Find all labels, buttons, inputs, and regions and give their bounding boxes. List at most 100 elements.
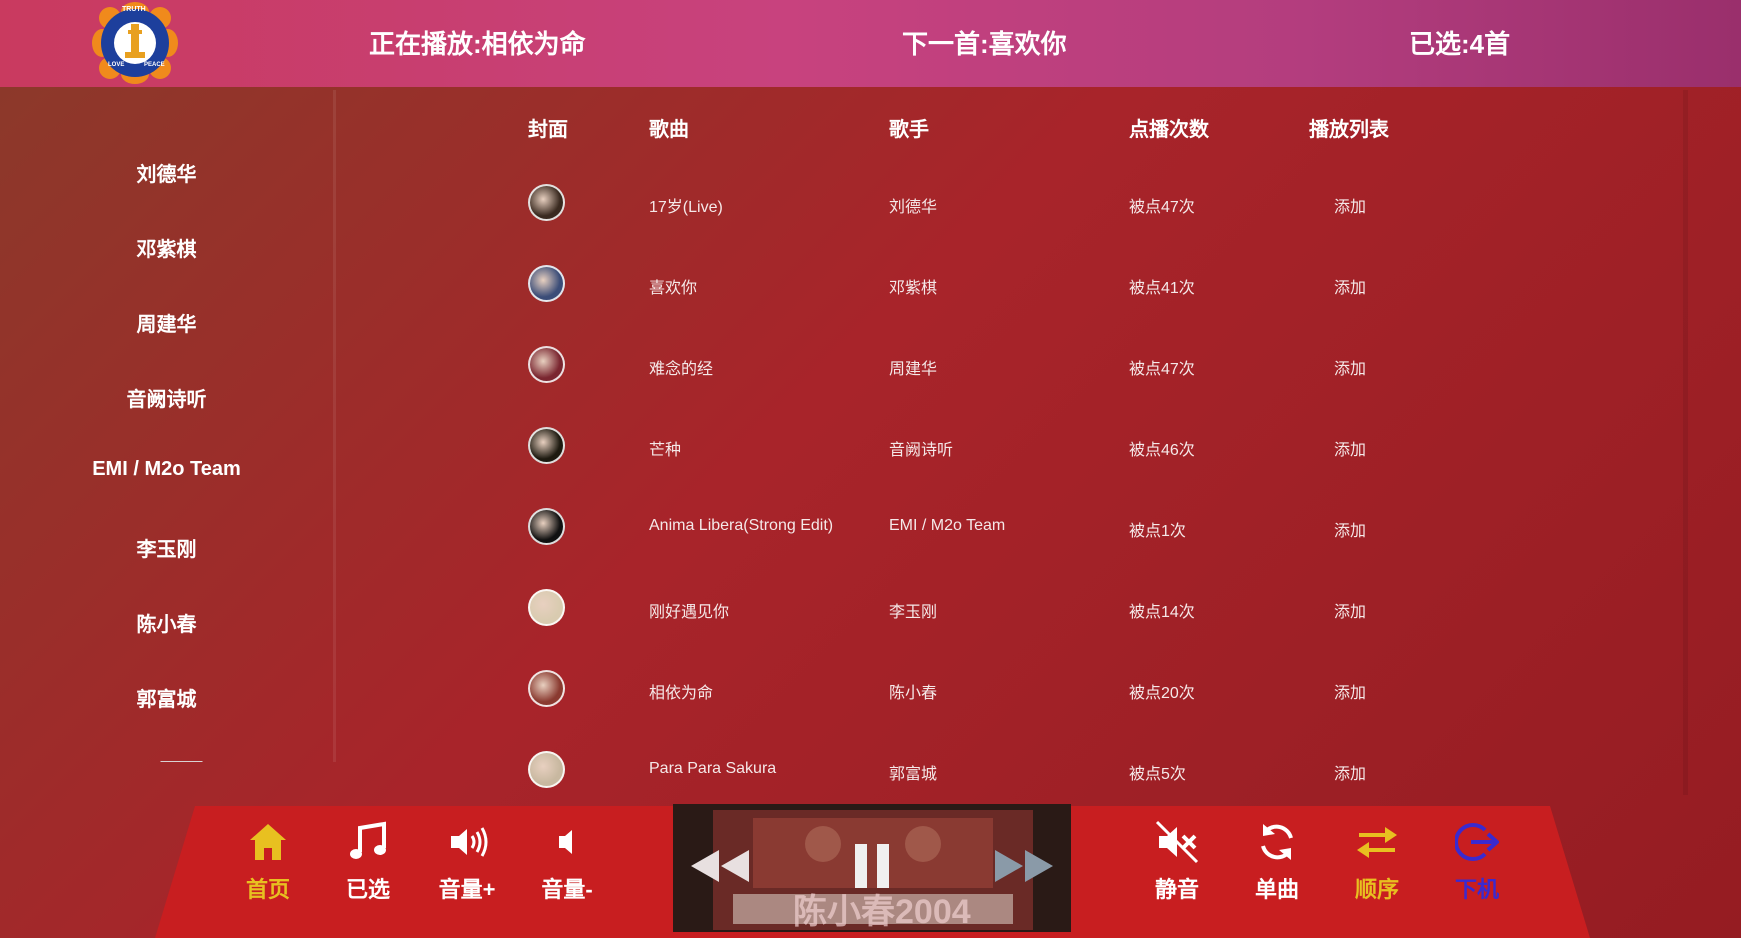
singer-name: 音阙诗听 xyxy=(889,442,954,459)
next-label: 下一首: xyxy=(902,29,989,59)
volume-down-icon xyxy=(559,830,572,854)
play-count: 被点47次 xyxy=(1129,199,1195,216)
fast-forward-button[interactable] xyxy=(993,846,1055,891)
logout-label: 下机 xyxy=(1454,877,1499,902)
logo: TRUTH LOVE PEACE xyxy=(90,0,180,86)
play-count: 被点46次 xyxy=(1129,442,1195,459)
cover-thumbnail xyxy=(528,670,565,707)
play-count: 被点14次 xyxy=(1129,604,1195,621)
add-to-playlist-button[interactable]: 添加 xyxy=(1334,193,1366,217)
logo-text-top: TRUTH xyxy=(122,6,146,13)
logout-icon xyxy=(1455,823,1499,861)
sidebar-item-4[interactable]: EMI / M2o Team xyxy=(0,458,333,481)
selected-label-btn: 已选 xyxy=(345,877,390,902)
singer-name: 邓紫棋 xyxy=(889,280,938,297)
sidebar-divider xyxy=(333,90,336,762)
add-to-playlist-button[interactable]: 添加 xyxy=(1334,436,1366,460)
play-count: 被点20次 xyxy=(1129,685,1195,702)
cover-thumbnail xyxy=(528,427,565,464)
sidebar-item-2[interactable]: 周建华 xyxy=(0,308,333,337)
add-to-playlist-button[interactable]: 添加 xyxy=(1334,355,1366,379)
order-play-button[interactable]: 顺序 xyxy=(1327,820,1427,904)
sidebar-more: ——— xyxy=(160,752,203,768)
singer-name: 李玉刚 xyxy=(889,604,938,621)
song-title[interactable]: 难念的经 xyxy=(649,355,713,379)
single-loop-label: 单曲 xyxy=(1254,877,1299,902)
swap-arrows-icon xyxy=(1357,827,1397,858)
now-playing-song: 相依为命 xyxy=(481,29,586,59)
home-button[interactable]: 首页 xyxy=(218,820,318,904)
singer-name: 刘德华 xyxy=(889,199,938,216)
volume-down-button[interactable]: 音量- xyxy=(517,820,617,904)
col-singer: 歌手 xyxy=(889,119,929,141)
pause-icon xyxy=(855,844,889,888)
play-count: 被点1次 xyxy=(1129,523,1186,540)
sidebar-item-0[interactable]: 刘德华 xyxy=(0,158,333,187)
song-title[interactable]: 17岁(Live) xyxy=(649,193,723,217)
pause-button[interactable] xyxy=(853,844,893,893)
loop-icon xyxy=(1261,824,1293,860)
next-song-title: 喜欢你 xyxy=(988,29,1067,59)
play-count: 被点41次 xyxy=(1129,280,1195,297)
volume-up-label: 音量+ xyxy=(438,877,496,902)
singer-name: EMI / M2o Team xyxy=(889,517,1006,534)
song-title[interactable]: Anima Libera(Strong Edit) xyxy=(649,517,833,535)
order-play-label: 顺序 xyxy=(1354,877,1399,902)
singer-name: 郭富城 xyxy=(889,766,938,783)
play-count: 被点5次 xyxy=(1129,766,1186,783)
selected-button[interactable]: 已选 xyxy=(318,820,418,904)
logout-button[interactable]: 下机 xyxy=(1427,820,1527,904)
play-count: 被点47次 xyxy=(1129,361,1195,378)
mute-label: 静音 xyxy=(1154,877,1199,902)
cover-thumbnail xyxy=(528,184,565,221)
volume-down-label: 音量- xyxy=(541,877,593,902)
cover-thumbnail xyxy=(528,508,565,545)
sidebar-item-6[interactable]: 陈小春 xyxy=(0,608,333,637)
home-label: 首页 xyxy=(245,877,290,902)
singer-name: 陈小春 xyxy=(889,685,938,702)
sidebar-item-3[interactable]: 音阙诗听 xyxy=(0,383,333,412)
selected-label: 已选: xyxy=(1409,29,1470,59)
cover-thumbnail xyxy=(528,346,565,383)
add-to-playlist-button[interactable]: 添加 xyxy=(1334,274,1366,298)
music-note-icon xyxy=(350,821,386,859)
volume-up-button[interactable]: 音量+ xyxy=(417,820,517,904)
cover-thumbnail xyxy=(528,589,565,626)
now-playing-label: 正在播放: xyxy=(369,29,482,59)
sidebar-item-5[interactable]: 李玉刚 xyxy=(0,533,333,562)
add-to-playlist-button[interactable]: 添加 xyxy=(1334,760,1366,784)
add-to-playlist-button[interactable]: 添加 xyxy=(1334,598,1366,622)
fast-forward-icon xyxy=(995,850,1053,882)
col-plays: 点播次数 xyxy=(1129,119,1209,141)
single-loop-button[interactable]: 单曲 xyxy=(1227,820,1327,904)
logo-text-left: LOVE xyxy=(108,62,125,68)
now-playing: 正在播放:相依为命 xyxy=(369,24,586,61)
scrollbar[interactable] xyxy=(1683,90,1688,795)
song-title[interactable]: Para Para Sakura xyxy=(649,760,776,778)
col-cover: 封面 xyxy=(528,119,568,141)
selected-count: 已选:4首 xyxy=(1409,24,1510,61)
sidebar-item-1[interactable]: 邓紫棋 xyxy=(0,233,333,262)
home-icon xyxy=(250,824,286,860)
col-playlist: 播放列表 xyxy=(1309,119,1389,141)
top-header: TRUTH LOVE PEACE 正在播放:相依为命 下一首:喜欢你 已选:4首 xyxy=(0,0,1741,87)
sidebar-item-7[interactable]: 郭富城 xyxy=(0,683,333,712)
col-song: 歌曲 xyxy=(649,119,689,141)
album-cover-player: 陈小春2004 xyxy=(673,804,1071,932)
song-title[interactable]: 喜欢你 xyxy=(649,274,697,298)
rewind-button[interactable] xyxy=(689,846,751,891)
selected-value: 4首 xyxy=(1469,29,1511,59)
volume-up-icon xyxy=(451,827,488,857)
song-title[interactable]: 相依为命 xyxy=(649,679,713,703)
next-song: 下一首:喜欢你 xyxy=(902,24,1067,61)
add-to-playlist-button[interactable]: 添加 xyxy=(1334,679,1366,703)
logo-text-right: PEACE xyxy=(144,62,165,68)
song-title[interactable]: 芒种 xyxy=(649,436,681,460)
mute-button[interactable]: 静音 xyxy=(1127,820,1227,904)
singer-name: 周建华 xyxy=(889,361,938,378)
add-to-playlist-button[interactable]: 添加 xyxy=(1334,517,1366,541)
song-title[interactable]: 刚好遇见你 xyxy=(649,598,729,622)
mute-icon xyxy=(1155,820,1199,864)
rewind-icon xyxy=(691,850,749,882)
cover-thumbnail xyxy=(528,751,565,788)
